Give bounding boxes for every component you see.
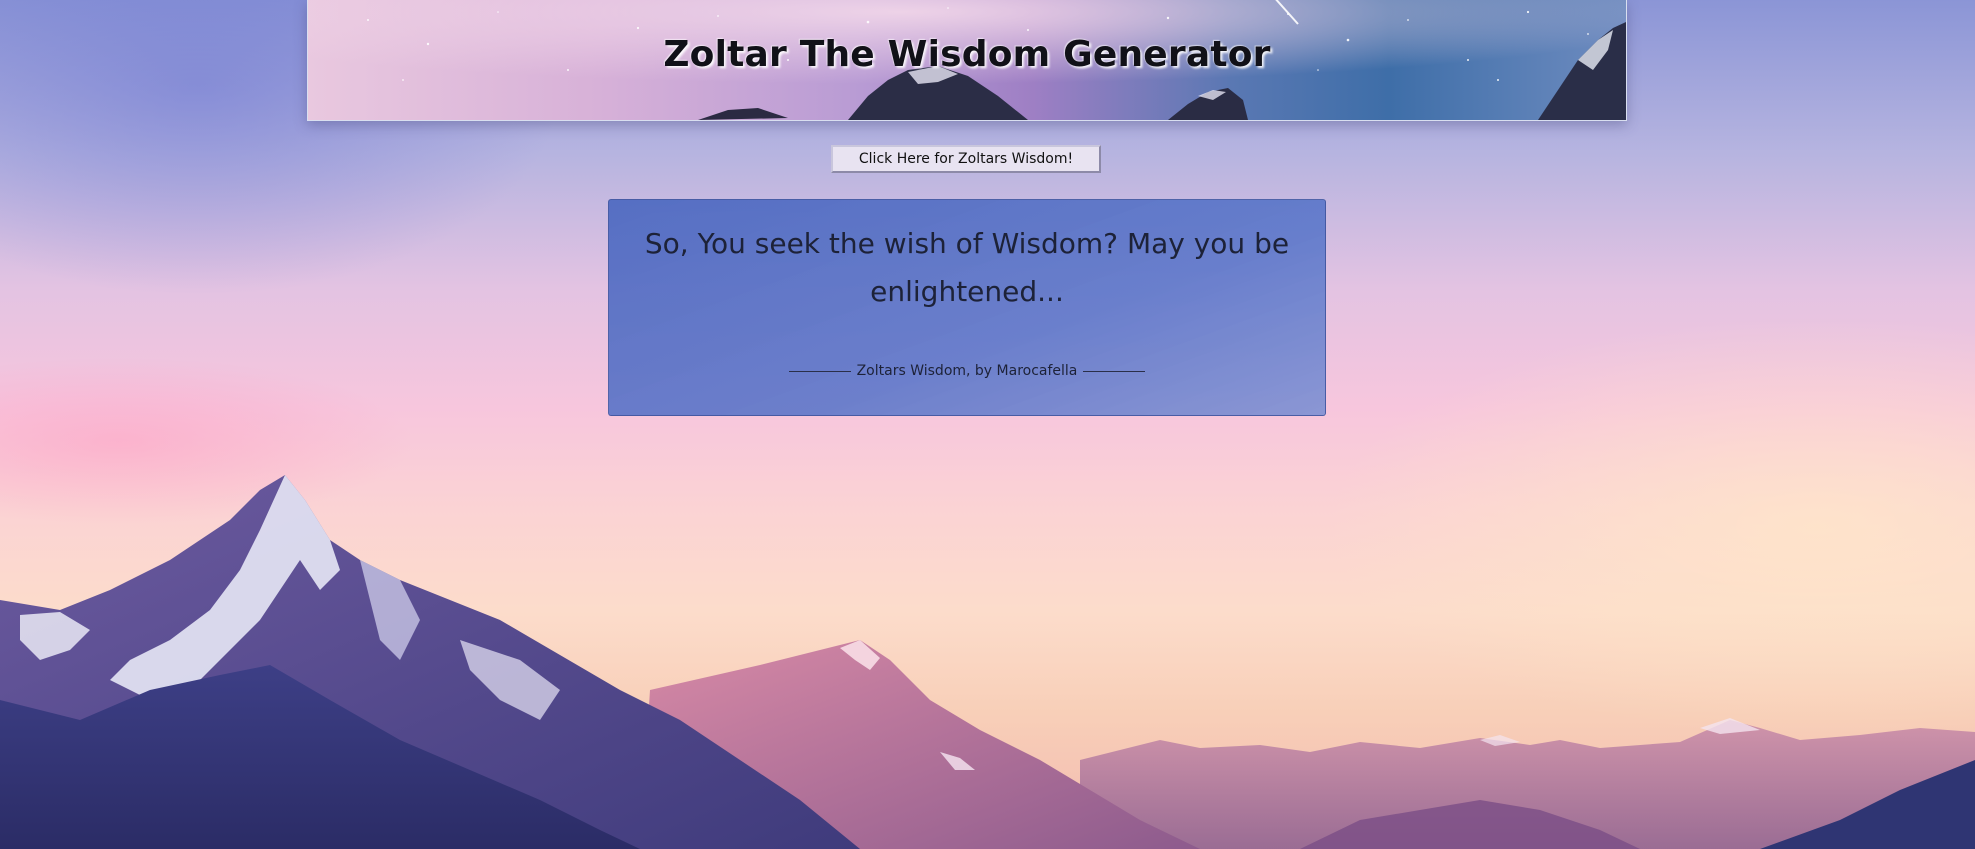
- wisdom-message: So, You seek the wish of Wisdom? May you…: [644, 227, 1290, 308]
- wisdom-card: So, You seek the wish of Wisdom? May you…: [608, 199, 1326, 416]
- wisdom-credit: Zoltars Wisdom, by Marocafella: [609, 363, 1325, 379]
- credit-rule-left: [788, 370, 851, 372]
- credit-text: Zoltars Wisdom, by Marocafella: [856, 363, 1078, 379]
- page-title: Zoltar The Wisdom Generator: [663, 34, 1271, 75]
- mountain-background: [0, 475, 1975, 849]
- header-banner: Zoltar The Wisdom Generator: [307, 0, 1627, 121]
- get-wisdom-button[interactable]: Click Here for Zoltars Wisdom!: [831, 145, 1101, 173]
- credit-rule-right: [1083, 370, 1146, 372]
